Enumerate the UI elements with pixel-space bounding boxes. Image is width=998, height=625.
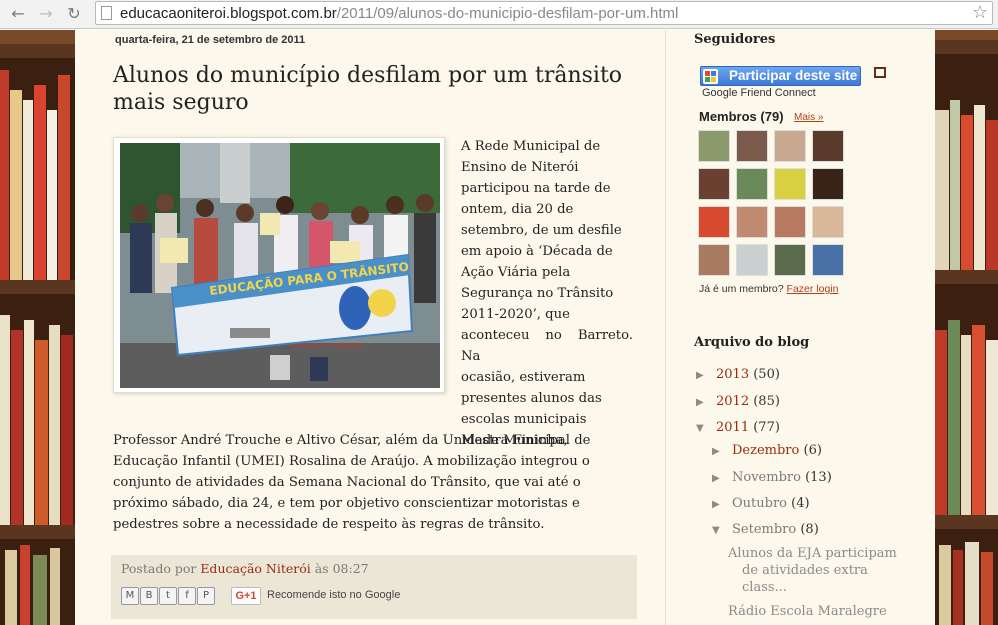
pinterest-share-icon[interactable]: P bbox=[197, 587, 215, 605]
gfc-label: Google Friend Connect bbox=[702, 87, 816, 99]
archive-year-2012[interactable]: ▶ 2012 (85) bbox=[696, 394, 780, 409]
avatar[interactable] bbox=[698, 206, 730, 238]
archive-month-outubro[interactable]: ▶ Outubro (4) bbox=[712, 496, 810, 511]
collapse-arrow-icon[interactable]: ▼ bbox=[696, 423, 716, 434]
archive-post-link[interactable]: Alunos da EJA participam de atividades e… bbox=[728, 545, 898, 596]
archive-heading: Arquivo do blog bbox=[694, 335, 810, 350]
post-text-line: ontem, dia 20 de bbox=[461, 202, 574, 217]
post-text-line: Ação Viária pela bbox=[461, 265, 571, 280]
post-text-line: ocasião, estiveram bbox=[461, 370, 586, 385]
photo-sign-text: ACIDENTE NO TRÂNSITO bbox=[290, 343, 364, 350]
post-text-line: Professor André Trouche e Altivo César, … bbox=[113, 433, 591, 448]
forward-icon[interactable]: → bbox=[36, 4, 56, 24]
author-link[interactable]: Educação Niterói bbox=[200, 561, 310, 576]
post-text-line: Ensino de Niterói bbox=[461, 160, 579, 175]
bookshelf-background-right bbox=[935, 30, 998, 625]
bookmark-star-icon[interactable]: ☆ bbox=[972, 2, 988, 23]
blog-page: quarta-feira, 21 de setembro de 2011 Alu… bbox=[75, 30, 935, 625]
post-text-line: setembro, de um desfile bbox=[461, 223, 622, 238]
archive-month-dezembro[interactable]: ▶ Dezembro (6) bbox=[712, 443, 822, 458]
page-icon bbox=[101, 6, 112, 20]
avatar[interactable] bbox=[774, 130, 806, 162]
expand-arrow-icon[interactable]: ▶ bbox=[712, 473, 732, 484]
recommend-text: Recomende isto no Google bbox=[267, 589, 401, 601]
join-site-label: Participar deste site bbox=[729, 68, 858, 83]
avatar[interactable] bbox=[812, 168, 844, 200]
members-count: Membros (79) bbox=[699, 109, 784, 124]
post-text-line: Segurança no Trânsito bbox=[461, 286, 614, 301]
address-bar[interactable]: educacaoniteroi.blogspot.com.br/2011/09/… bbox=[95, 1, 993, 25]
email-share-icon[interactable]: M bbox=[121, 587, 139, 605]
post-photo-frame: EDUCAÇÃO PARA O TRÂNSITO ACIDENTE NO TRÂ… bbox=[113, 137, 445, 393]
collapse-arrow-icon[interactable]: ▼ bbox=[712, 525, 732, 536]
post-text-line: A Rede Municipal de bbox=[461, 139, 601, 154]
avatar[interactable] bbox=[812, 206, 844, 238]
blogthis-share-icon[interactable]: B bbox=[140, 587, 158, 605]
google-friend-connect-icon bbox=[703, 69, 718, 84]
post-date: quarta-feira, 21 de setembro de 2011 bbox=[115, 34, 306, 46]
login-link[interactable]: Fazer login bbox=[787, 283, 839, 295]
avatar[interactable] bbox=[812, 130, 844, 162]
archive-year-2011[interactable]: ▼ 2011 (77) bbox=[696, 420, 780, 435]
post-text-line: participou na tarde de bbox=[461, 181, 611, 196]
avatar[interactable] bbox=[736, 168, 768, 200]
reload-icon[interactable]: ↻ bbox=[64, 4, 84, 24]
post-body-full: Professor André Trouche e Altivo César, … bbox=[113, 430, 635, 535]
post-text-line: em apoio à ‘Década de bbox=[461, 244, 613, 259]
avatar[interactable] bbox=[774, 244, 806, 276]
login-prompt: Já é um membro? Fazer login bbox=[699, 283, 839, 295]
post-text-line: pedestres sobre a necessidade de respeit… bbox=[113, 517, 545, 532]
column-divider bbox=[665, 30, 666, 625]
post-text-line: escolas municipais bbox=[461, 412, 587, 427]
post-body-wrapped: A Rede Municipal de Ensino de Niterói pa… bbox=[461, 136, 633, 451]
archive-year-2013[interactable]: ▶ 2013 (50) bbox=[696, 367, 780, 382]
archive-month-setembro[interactable]: ▼ Setembro (8) bbox=[712, 522, 819, 537]
avatar[interactable] bbox=[736, 206, 768, 238]
expand-arrow-icon[interactable]: ▶ bbox=[712, 499, 732, 510]
post-text-line: próximo sábado, dia 24, e tem por objeti… bbox=[113, 496, 580, 511]
twitter-share-icon[interactable]: t bbox=[159, 587, 177, 605]
archive-post-link[interactable]: Rádio Escola Maralegre bbox=[728, 603, 898, 620]
post-text-line: Educação Infantil (UMEI) Rosalina de Ara… bbox=[113, 454, 590, 469]
post-title[interactable]: Alunos do município desfilam por um trân… bbox=[113, 62, 637, 116]
more-members-link[interactable]: Mais » bbox=[794, 112, 823, 123]
parade-photo-illustration: EDUCAÇÃO PARA O TRÂNSITO ACIDENTE NO TRÂ… bbox=[120, 143, 440, 388]
expand-arrow-icon[interactable]: ▶ bbox=[696, 370, 716, 381]
post-text-line: presentes alunos das bbox=[461, 391, 602, 406]
post-text-line: aconteceu no Barreto. Na bbox=[461, 328, 633, 364]
expand-arrow-icon[interactable]: ▶ bbox=[712, 446, 732, 457]
avatar[interactable] bbox=[736, 244, 768, 276]
avatar[interactable] bbox=[736, 130, 768, 162]
avatar[interactable] bbox=[774, 168, 806, 200]
facebook-share-icon[interactable]: f bbox=[178, 587, 196, 605]
post-text-line: 2011-2020’, que bbox=[461, 307, 570, 322]
archive-month-novembro[interactable]: ▶ Novembro (13) bbox=[712, 470, 832, 485]
post-footer: Postado por Educação Niterói às 08:27 M … bbox=[111, 555, 637, 619]
post-text-line: conjunto de atividades da Semana Naciona… bbox=[113, 475, 581, 490]
avatar[interactable] bbox=[698, 130, 730, 162]
avatar[interactable] bbox=[698, 244, 730, 276]
post-photo[interactable]: EDUCAÇÃO PARA O TRÂNSITO ACIDENTE NO TRÂ… bbox=[120, 143, 440, 388]
url-text: educacaoniteroi.blogspot.com.br/2011/09/… bbox=[120, 5, 679, 22]
member-avatars bbox=[698, 130, 850, 282]
avatar[interactable] bbox=[812, 244, 844, 276]
post-byline: Postado por Educação Niterói às 08:27 bbox=[121, 561, 369, 576]
popout-icon[interactable] bbox=[874, 67, 886, 78]
browser-toolbar: ← → ↻ educacaoniteroi.blogspot.com.br/20… bbox=[0, 0, 998, 29]
followers-heading: Seguidores bbox=[694, 32, 776, 47]
post-time-link[interactable]: 08:27 bbox=[333, 561, 369, 576]
google-plus-one-button[interactable]: G+1 bbox=[231, 587, 261, 605]
avatar[interactable] bbox=[774, 206, 806, 238]
bookshelf-background-left bbox=[0, 30, 75, 625]
avatar[interactable] bbox=[698, 168, 730, 200]
expand-arrow-icon[interactable]: ▶ bbox=[696, 397, 716, 408]
join-site-button[interactable]: Participar deste site bbox=[700, 66, 861, 86]
back-icon[interactable]: ← bbox=[8, 4, 28, 24]
